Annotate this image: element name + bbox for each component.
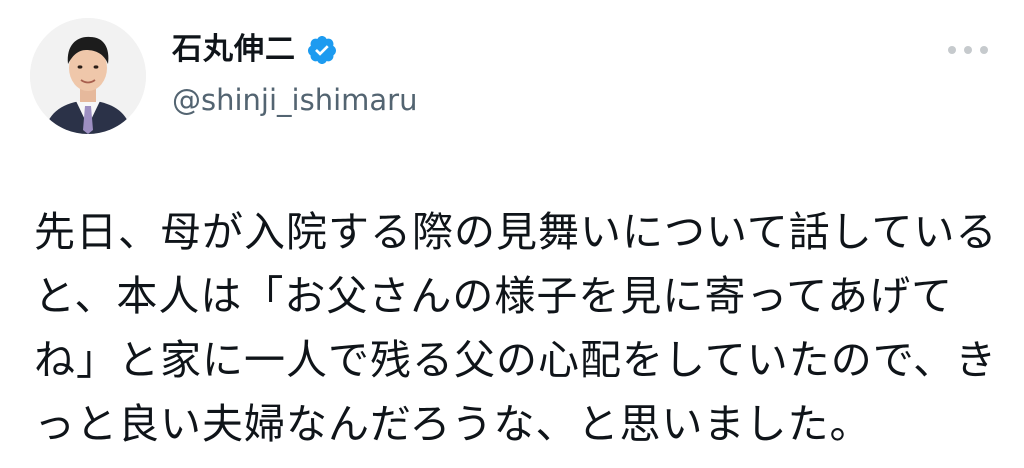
profile-photo-icon — [30, 18, 146, 134]
avatar[interactable] — [30, 18, 146, 134]
author-name-row: 石丸伸二 — [172, 30, 338, 70]
more-options-button[interactable] — [948, 38, 988, 62]
tweet-text-line: ね」と家に一人で残る父の心配をしていたので、き — [34, 336, 998, 384]
tweet-text-line: と、本人は「お父さんの様子を見に寄ってあげて — [34, 272, 954, 320]
more-dot-icon — [948, 46, 956, 54]
more-dot-icon — [964, 46, 972, 54]
author-handle[interactable]: @shinji_ishimaru — [172, 80, 417, 120]
tweet-text: 先日、母が入院する際の見舞いについて話している と、本人は「お父さんの様子を見に… — [34, 200, 998, 456]
author-display-name[interactable]: 石丸伸二 — [172, 30, 296, 70]
tweet-text-line: っと良い夫婦なんだろうな、と思いました。 — [34, 400, 872, 448]
verified-badge-icon — [306, 34, 338, 66]
tweet-card: 石丸伸二 @shinji_ishimaru 先日、母が入院する際の見舞いについて… — [0, 0, 1024, 468]
more-dot-icon — [980, 46, 988, 54]
tweet-text-line: 先日、母が入院する際の見舞いについて話している — [34, 208, 998, 256]
